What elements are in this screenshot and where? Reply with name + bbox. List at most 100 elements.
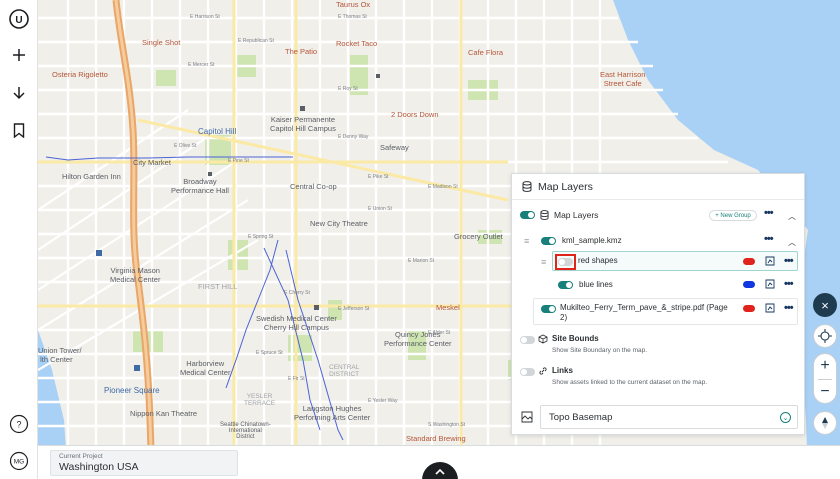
zoom-in-button[interactable]: + xyxy=(814,354,836,378)
pdf-toggle[interactable] xyxy=(541,305,556,313)
links-desc: Show assets linked to the current datase… xyxy=(552,379,708,386)
map-label: The Patio xyxy=(285,47,318,56)
street-label: E Alder St xyxy=(428,330,451,336)
map-label: Broadway Performance Hall xyxy=(171,177,229,195)
group-toggle[interactable] xyxy=(520,211,535,219)
download-button[interactable] xyxy=(6,80,32,106)
blue-lines-toggle[interactable] xyxy=(558,280,573,289)
left-toolbar: U ? MG xyxy=(0,0,38,479)
drag-handle-icon[interactable]: ≡ xyxy=(524,236,529,246)
site-bounds-desc: Show Site Boundary on the map. xyxy=(552,347,648,354)
locate-button[interactable] xyxy=(813,324,837,348)
group-label: Map Layers xyxy=(554,210,599,220)
color-swatch[interactable] xyxy=(743,258,755,265)
street-label: S Washington St xyxy=(428,422,466,428)
map-label: FIRST HILL xyxy=(198,282,238,291)
map-label: Pioneer Square xyxy=(104,386,160,395)
chevron-up-icon[interactable]: ︿ xyxy=(788,211,796,222)
group-more-icon[interactable]: ••• xyxy=(764,207,774,219)
kml-toggle[interactable] xyxy=(541,236,556,245)
layer-row-kml: kml_sample.kmz xyxy=(541,236,622,245)
basemap-value: Topo Basemap xyxy=(549,411,613,423)
drag-handle-icon[interactable]: ≡ xyxy=(541,257,546,267)
expand-drawer-button[interactable] xyxy=(422,462,458,479)
panel-header: Map Layers xyxy=(512,174,804,200)
zoom-to-layer-icon[interactable] xyxy=(765,256,775,266)
current-project-box[interactable]: Current Project Washington USA xyxy=(50,450,238,476)
map-label: Capitol Hill xyxy=(198,127,237,136)
layer-row-blue-lines: blue lines xyxy=(558,280,613,289)
chevron-up-icon xyxy=(435,468,445,475)
map-label: Standard Brewing xyxy=(406,434,466,443)
street-label: E Pine St xyxy=(228,158,249,164)
map-label: Harborview Medical Center xyxy=(180,359,231,377)
bookmark-button[interactable] xyxy=(6,117,32,143)
link-icon xyxy=(539,367,547,375)
basemap-select[interactable]: Topo Basemap ⌄ xyxy=(540,405,798,429)
red-shapes-more-icon[interactable]: ••• xyxy=(784,255,794,267)
street-label: E Spruce St xyxy=(256,350,283,356)
map-label: 2 Doors Down xyxy=(391,110,439,119)
new-group-button[interactable]: + New Group xyxy=(709,210,757,221)
zoom-control: + − xyxy=(813,353,837,404)
blue-lines-more-icon[interactable]: ••• xyxy=(784,278,794,290)
map-label: Taurus Ox xyxy=(336,0,371,9)
compass-icon xyxy=(822,417,828,429)
links-toggle[interactable] xyxy=(520,368,535,376)
street-label: E Spring St xyxy=(248,234,274,240)
street-label: E Yesler Way xyxy=(368,398,398,404)
map-label: Cafe Flora xyxy=(468,48,504,57)
project-name: Washington USA xyxy=(59,461,139,473)
site-bounds-toggle[interactable] xyxy=(520,336,535,344)
compass-button[interactable] xyxy=(813,411,837,435)
help-icon: ? xyxy=(9,414,29,434)
map-label: New City Theatre xyxy=(310,219,368,228)
map-label: Single Shot xyxy=(142,38,181,47)
map-label: East Harrison Street Cafe xyxy=(600,70,646,88)
street-label: E Republican St xyxy=(238,38,274,44)
close-panel-button[interactable]: × xyxy=(813,293,837,317)
zoom-to-layer-icon[interactable] xyxy=(765,303,775,313)
kml-more-icon[interactable]: ••• xyxy=(764,233,774,245)
pdf-more-icon[interactable]: ••• xyxy=(784,302,794,314)
help-button[interactable]: ? xyxy=(6,411,32,437)
map-label: Nippon Kan Theatre xyxy=(130,409,197,418)
map-label: City Market xyxy=(133,158,171,167)
zoom-to-layer-icon[interactable] xyxy=(765,279,775,289)
street-label: E Pike St xyxy=(368,174,389,180)
add-button[interactable] xyxy=(6,42,32,68)
basemap-icon xyxy=(521,411,533,423)
project-caption: Current Project xyxy=(59,453,103,460)
database-icon xyxy=(540,210,549,220)
zoom-out-button[interactable]: − xyxy=(814,380,836,404)
street-label: E Jefferson St xyxy=(338,306,370,312)
map-label: Seattle Chinatown- International Distric… xyxy=(220,422,271,440)
map-label: Rocket Taco xyxy=(336,39,378,48)
database-icon xyxy=(522,181,532,192)
street-label: E Harrison St xyxy=(190,14,220,20)
color-swatch[interactable] xyxy=(743,281,755,288)
user-avatar[interactable]: MG xyxy=(6,448,32,474)
site-bounds-label: Site Bounds xyxy=(552,334,599,343)
map-label: YESLER TERRACE xyxy=(244,393,276,407)
logo-icon: U xyxy=(9,9,29,29)
avatar-icon: MG xyxy=(9,451,29,471)
map-layers-panel: Map Layers Map Layers + New Group ••• ︿ … xyxy=(511,173,805,435)
layer-label: red shapes xyxy=(578,256,618,265)
map-label: Grocery Outlet xyxy=(454,232,503,241)
map-label: Osteria Rigoletto xyxy=(52,70,108,79)
street-label: E Mercer St xyxy=(188,62,215,68)
links-label: Links xyxy=(552,366,573,375)
arrow-down-icon xyxy=(13,87,25,100)
chevron-up-icon[interactable]: ︿ xyxy=(788,237,796,248)
street-label: E Madison St xyxy=(428,184,458,190)
street-label: E Roy St xyxy=(338,86,358,92)
logo-button[interactable]: U xyxy=(6,6,32,32)
close-icon: × xyxy=(821,297,829,313)
color-swatch[interactable] xyxy=(743,305,755,312)
bottom-bar: Current Project Washington USA xyxy=(38,445,840,479)
map-label: Virginia Mason Medical Center xyxy=(110,266,161,284)
layer-group-row: Map Layers xyxy=(520,210,598,220)
map-label: Meskel xyxy=(436,303,460,312)
map-label: Union Tower/ lth Center xyxy=(38,346,82,364)
